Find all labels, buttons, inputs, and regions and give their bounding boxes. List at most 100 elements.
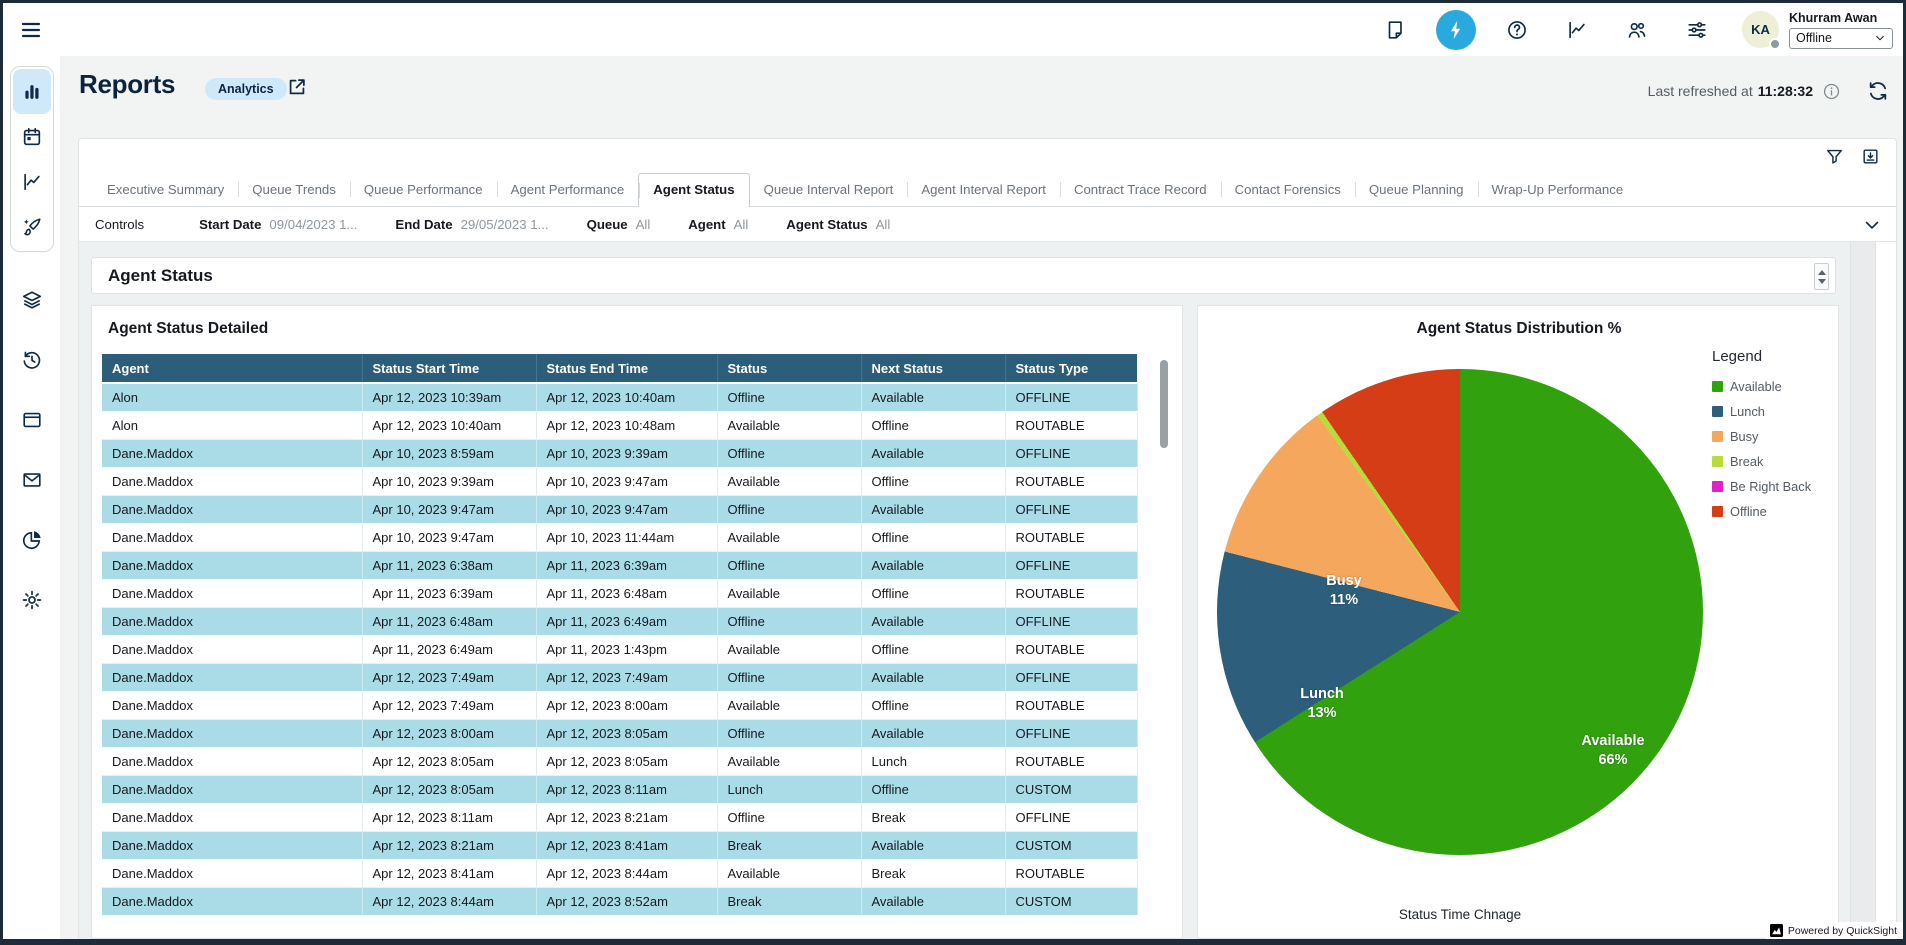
- avatar[interactable]: KA: [1742, 11, 1779, 48]
- controls-collapse-chevron-icon[interactable]: [1862, 215, 1882, 235]
- table-cell[interactable]: Apr 12, 2023 10:40am: [362, 411, 536, 439]
- table-cell[interactable]: Apr 12, 2023 7:49am: [536, 663, 717, 691]
- table-cell[interactable]: Dane.Maddox: [102, 551, 362, 579]
- table-cell[interactable]: Apr 10, 2023 9:47am: [362, 495, 536, 523]
- table-cell[interactable]: Dane.Maddox: [102, 579, 362, 607]
- column-header-status-type[interactable]: Status Type: [1005, 354, 1137, 383]
- table-cell[interactable]: Dane.Maddox: [102, 859, 362, 887]
- table-cell[interactable]: Available: [861, 551, 1005, 579]
- refresh-icon[interactable]: [1867, 80, 1889, 102]
- table-cell[interactable]: OFFLINE: [1005, 551, 1137, 579]
- column-header-status-start-time[interactable]: Status Start Time: [362, 354, 536, 383]
- table-cell[interactable]: Available: [717, 411, 861, 439]
- table-cell[interactable]: Dane.Maddox: [102, 467, 362, 495]
- tab-executive-summary[interactable]: Executive Summary: [93, 173, 238, 206]
- table-row[interactable]: Dane.MaddoxApr 12, 2023 8:21amApr 12, 20…: [102, 831, 1137, 859]
- table-cell[interactable]: Apr 12, 2023 8:05am: [536, 719, 717, 747]
- table-cell[interactable]: Available: [861, 663, 1005, 691]
- table-row[interactable]: Dane.MaddoxApr 11, 2023 6:38amApr 11, 20…: [102, 551, 1137, 579]
- table-cell[interactable]: Offline: [717, 803, 861, 831]
- table-cell[interactable]: Apr 12, 2023 8:44am: [536, 859, 717, 887]
- table-cell[interactable]: Offline: [717, 383, 861, 411]
- table-cell[interactable]: Apr 11, 2023 6:49am: [536, 607, 717, 635]
- table-cell[interactable]: Apr 10, 2023 9:39am: [536, 439, 717, 467]
- layers-icon[interactable]: [21, 289, 43, 311]
- table-row[interactable]: Dane.MaddoxApr 12, 2023 7:49amApr 12, 20…: [102, 663, 1137, 691]
- legend-item-lunch[interactable]: Lunch: [1712, 404, 1811, 419]
- table-cell[interactable]: Alon: [102, 411, 362, 439]
- table-cell[interactable]: ROUTABLE: [1005, 523, 1137, 551]
- section-spinner[interactable]: [1814, 263, 1829, 290]
- tab-wrap-up-performance[interactable]: Wrap-Up Performance: [1478, 173, 1638, 206]
- table-cell[interactable]: Apr 12, 2023 8:52am: [536, 887, 717, 915]
- filter-funnel-icon[interactable]: [1825, 147, 1844, 166]
- control-agent[interactable]: AgentAll: [688, 217, 748, 232]
- table-cell[interactable]: ROUTABLE: [1005, 691, 1137, 719]
- table-cell[interactable]: Apr 12, 2023 8:21am: [536, 803, 717, 831]
- table-cell[interactable]: Apr 11, 2023 6:49am: [362, 635, 536, 663]
- table-cell[interactable]: Available: [717, 579, 861, 607]
- tab-queue-interval-report[interactable]: Queue Interval Report: [750, 173, 908, 206]
- table-cell[interactable]: Dane.Maddox: [102, 803, 362, 831]
- table-cell[interactable]: Available: [861, 719, 1005, 747]
- table-row[interactable]: Dane.MaddoxApr 12, 2023 8:00amApr 12, 20…: [102, 719, 1137, 747]
- table-row[interactable]: Dane.MaddoxApr 12, 2023 8:05amApr 12, 20…: [102, 747, 1137, 775]
- table-cell[interactable]: Apr 12, 2023 8:00am: [536, 691, 717, 719]
- table-cell[interactable]: Break: [717, 887, 861, 915]
- browser-window-icon[interactable]: [21, 409, 43, 431]
- tab-contract-trace-record[interactable]: Contract Trace Record: [1060, 173, 1221, 206]
- settings-sliders-icon[interactable]: [1678, 11, 1716, 49]
- table-scrollbar-thumb[interactable]: [1160, 360, 1168, 448]
- table-cell[interactable]: Apr 12, 2023 8:05am: [362, 775, 536, 803]
- table-row[interactable]: Dane.MaddoxApr 10, 2023 9:47amApr 10, 20…: [102, 523, 1137, 551]
- table-cell[interactable]: Offline: [717, 607, 861, 635]
- table-cell[interactable]: Apr 10, 2023 9:39am: [362, 467, 536, 495]
- table-cell[interactable]: CUSTOM: [1005, 887, 1137, 915]
- line-chart-icon[interactable]: [13, 159, 51, 204]
- table-row[interactable]: AlonApr 12, 2023 10:40amApr 12, 2023 10:…: [102, 411, 1137, 439]
- table-cell[interactable]: Available: [717, 635, 861, 663]
- table-cell[interactable]: Apr 12, 2023 8:00am: [362, 719, 536, 747]
- design-brush-icon[interactable]: [13, 204, 51, 249]
- page-scrollbar[interactable]: [1850, 242, 1876, 939]
- table-cell[interactable]: Apr 12, 2023 10:40am: [536, 383, 717, 411]
- table-cell[interactable]: OFFLINE: [1005, 803, 1137, 831]
- table-cell[interactable]: ROUTABLE: [1005, 579, 1137, 607]
- table-cell[interactable]: Available: [717, 747, 861, 775]
- table-cell[interactable]: Offline: [861, 635, 1005, 663]
- table-cell[interactable]: Apr 12, 2023 8:05am: [536, 747, 717, 775]
- quick-connect-bolt-icon[interactable]: [1436, 10, 1476, 50]
- table-cell[interactable]: Dane.Maddox: [102, 887, 362, 915]
- table-cell[interactable]: Apr 10, 2023 9:47am: [536, 495, 717, 523]
- legend-item-offline[interactable]: Offline: [1712, 504, 1811, 519]
- table-row[interactable]: Dane.MaddoxApr 11, 2023 6:49amApr 11, 20…: [102, 635, 1137, 663]
- table-cell[interactable]: Apr 11, 2023 6:48am: [362, 607, 536, 635]
- table-cell[interactable]: Apr 12, 2023 7:49am: [362, 691, 536, 719]
- table-cell[interactable]: Apr 12, 2023 8:05am: [362, 747, 536, 775]
- table-cell[interactable]: Available: [861, 887, 1005, 915]
- reports-bar-chart-icon[interactable]: [13, 69, 51, 114]
- calendar-icon[interactable]: [13, 114, 51, 159]
- help-icon[interactable]: [1498, 11, 1536, 49]
- table-row[interactable]: Dane.MaddoxApr 12, 2023 8:05amApr 12, 20…: [102, 775, 1137, 803]
- table-row[interactable]: Dane.MaddoxApr 12, 2023 8:41amApr 12, 20…: [102, 859, 1137, 887]
- table-cell[interactable]: OFFLINE: [1005, 607, 1137, 635]
- table-cell[interactable]: Dane.Maddox: [102, 607, 362, 635]
- table-cell[interactable]: OFFLINE: [1005, 383, 1137, 411]
- column-header-status[interactable]: Status: [717, 354, 861, 383]
- table-cell[interactable]: Lunch: [717, 775, 861, 803]
- table-cell[interactable]: OFFLINE: [1005, 439, 1137, 467]
- table-cell[interactable]: CUSTOM: [1005, 775, 1137, 803]
- column-header-status-end-time[interactable]: Status End Time: [536, 354, 717, 383]
- table-cell[interactable]: Apr 12, 2023 10:39am: [362, 383, 536, 411]
- tab-queue-planning[interactable]: Queue Planning: [1355, 173, 1478, 206]
- legend-item-available[interactable]: Available: [1712, 379, 1811, 394]
- table-cell[interactable]: OFFLINE: [1005, 663, 1137, 691]
- table-cell[interactable]: Apr 11, 2023 6:39am: [362, 579, 536, 607]
- table-cell[interactable]: Dane.Maddox: [102, 495, 362, 523]
- table-cell[interactable]: Apr 12, 2023 7:49am: [362, 663, 536, 691]
- table-cell[interactable]: Apr 11, 2023 6:39am: [536, 551, 717, 579]
- table-row[interactable]: Dane.MaddoxApr 11, 2023 6:48amApr 11, 20…: [102, 607, 1137, 635]
- table-cell[interactable]: Apr 10, 2023 9:47am: [536, 467, 717, 495]
- table-cell[interactable]: Available: [717, 691, 861, 719]
